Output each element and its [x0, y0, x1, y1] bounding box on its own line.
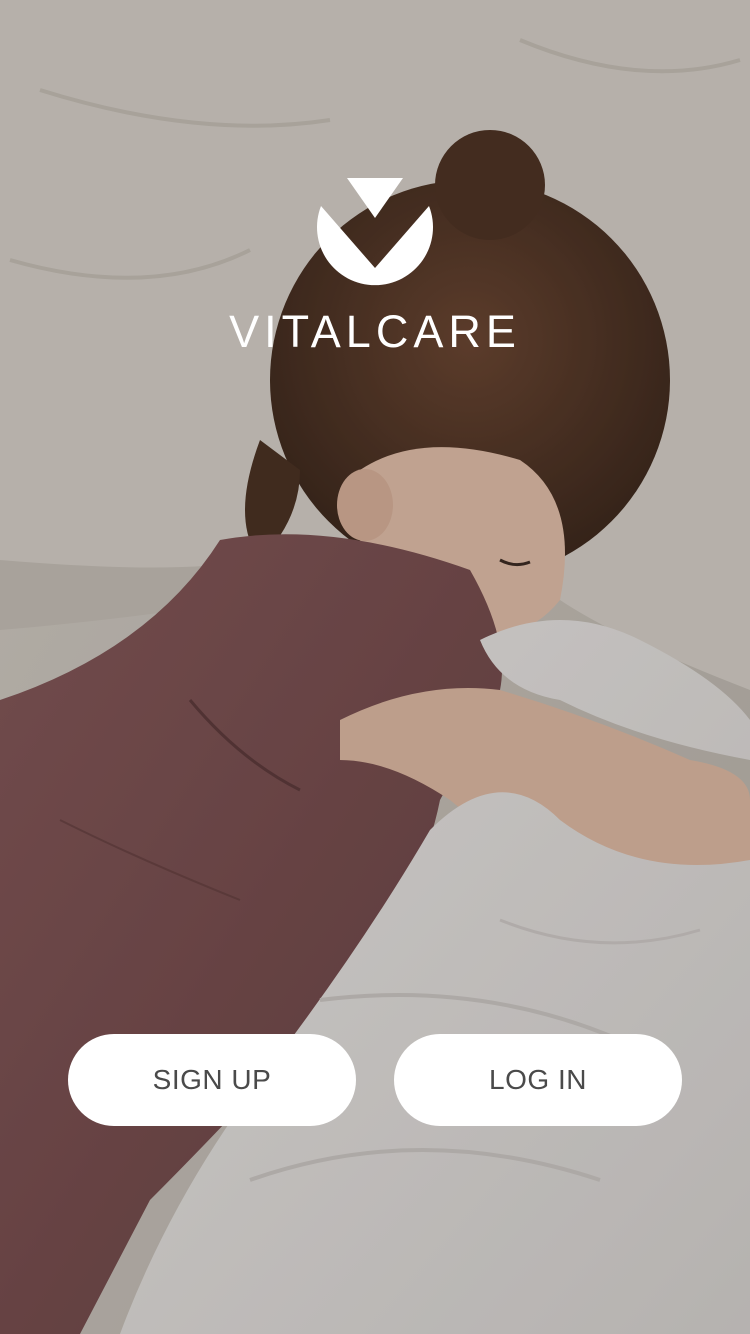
brand-header: VITALCARE	[0, 170, 750, 354]
vitalcare-v-logo-icon	[315, 170, 435, 294]
log-in-button[interactable]: LOG IN	[394, 1034, 682, 1126]
sign-up-button[interactable]: SIGN UP	[68, 1034, 356, 1126]
brand-name: VITALCARE	[229, 306, 521, 357]
welcome-screen: VITALCARE SIGN UP LOG IN	[0, 0, 750, 1334]
